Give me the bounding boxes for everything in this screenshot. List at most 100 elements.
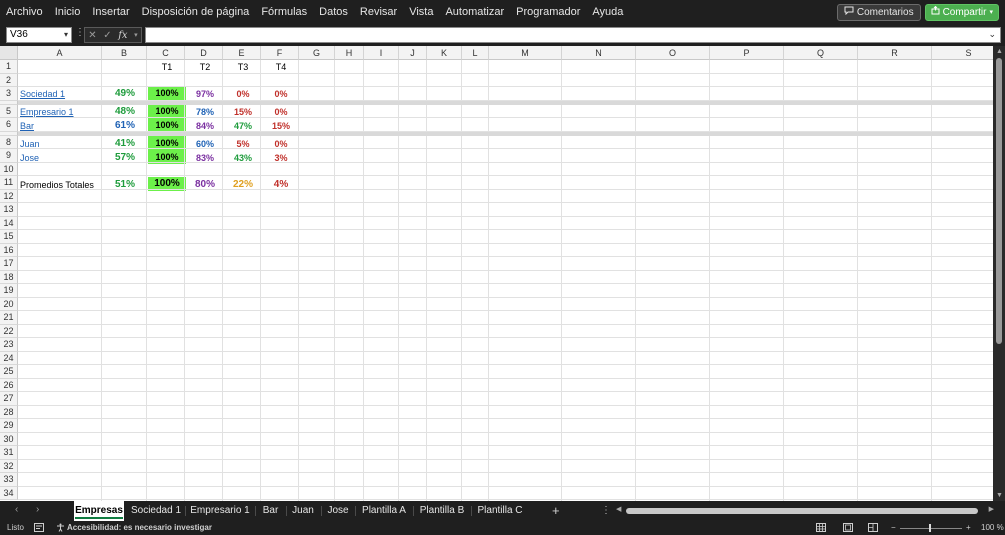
cell-e1[interactable]: T3	[224, 62, 262, 72]
menu-formulas[interactable]: Fórmulas	[255, 0, 313, 24]
sheet-tab-empresario-1[interactable]: Empresario 1	[187, 501, 253, 521]
row-header-29[interactable]: 29	[0, 419, 18, 433]
cell-e5[interactable]: 15%	[224, 107, 262, 117]
chevron-right-icon[interactable]: ›	[36, 504, 39, 515]
row-header-11[interactable]: 11	[0, 176, 18, 190]
column-header-f[interactable]: F	[261, 46, 299, 60]
horizontal-scrollbar[interactable]: ◀ ▶	[616, 506, 994, 516]
column-header-r[interactable]: R	[858, 46, 932, 60]
column-header-e[interactable]: E	[223, 46, 261, 60]
column-header-s[interactable]: S	[932, 46, 993, 60]
column-header-n[interactable]: N	[562, 46, 636, 60]
column-header-d[interactable]: D	[185, 46, 223, 60]
row-header-30[interactable]: 30	[0, 432, 18, 446]
row-header-5[interactable]: 5	[0, 104, 18, 118]
column-header-c[interactable]: C	[147, 46, 185, 60]
scroll-down-icon[interactable]: ▼	[996, 492, 1003, 499]
row-header-22[interactable]: 22	[0, 324, 18, 338]
menu-vista[interactable]: Vista	[403, 0, 439, 24]
column-header-j[interactable]: J	[399, 46, 427, 60]
sheet-tab-plantilla-c[interactable]: Plantilla C	[473, 501, 527, 521]
zoom-out-button[interactable]: −	[891, 521, 896, 535]
comments-button[interactable]: Comentarios	[836, 3, 921, 21]
column-header-q[interactable]: Q	[784, 46, 858, 60]
column-header-l[interactable]: L	[462, 46, 489, 60]
cell-f3[interactable]: 0%	[262, 89, 300, 99]
select-all-corner[interactable]	[0, 46, 18, 60]
insert-function-button[interactable]: fx	[118, 30, 127, 41]
cell-d6[interactable]: 84%	[186, 121, 224, 131]
cell-d3[interactable]: 97%	[186, 89, 224, 99]
worksheet-grid[interactable]: T1 T2 T3 T4 Sociedad 1 49% 100% 97% 0% 0…	[0, 46, 993, 501]
menu-datos[interactable]: Datos	[313, 0, 354, 24]
cell-b5[interactable]: 48%	[103, 106, 147, 117]
cell-a3-link[interactable]: Sociedad 1	[20, 89, 65, 99]
row-header-20[interactable]: 20	[0, 297, 18, 311]
cell-a6-link[interactable]: Bar	[20, 121, 34, 131]
chevron-left-icon[interactable]: ‹	[15, 504, 18, 515]
share-button[interactable]: Compartir ▾	[924, 3, 999, 21]
sheet-tab-empresas[interactable]: Empresas	[74, 501, 124, 521]
row-header-2[interactable]: 2	[0, 73, 18, 87]
scroll-right-icon[interactable]: ▶	[989, 505, 994, 513]
row-header-13[interactable]: 13	[0, 203, 18, 217]
row-header-3[interactable]: 3	[0, 87, 18, 101]
cell-f5[interactable]: 0%	[262, 107, 300, 117]
cell-e3[interactable]: 0%	[224, 89, 262, 99]
row-header-15[interactable]: 15	[0, 230, 18, 244]
tabs-more-icon[interactable]: ⋮	[601, 501, 611, 521]
cell-b6[interactable]: 61%	[103, 120, 147, 131]
menu-archivo[interactable]: Archivo	[0, 0, 49, 24]
chevron-down-icon[interactable]: ▾	[134, 31, 138, 39]
zoom-level[interactable]: 100 %	[981, 521, 1004, 535]
add-sheet-button[interactable]: +	[552, 501, 560, 521]
chevron-down-icon[interactable]: ▾	[64, 28, 68, 42]
cell-e6[interactable]: 47%	[224, 121, 262, 131]
menu-disposicion[interactable]: Disposición de página	[136, 0, 256, 24]
row-header-8[interactable]: 8	[0, 135, 18, 149]
row-header-1[interactable]: 1	[0, 60, 18, 74]
row-header-28[interactable]: 28	[0, 405, 18, 419]
row-header-16[interactable]: 16	[0, 243, 18, 257]
row-header-33[interactable]: 33	[0, 473, 18, 487]
column-header-h[interactable]: H	[335, 46, 364, 60]
vertical-scroll-thumb[interactable]	[996, 58, 1002, 344]
horizontal-scroll-thumb[interactable]	[626, 508, 978, 514]
accessibility-status[interactable]: Accesibilidad: es necesario investigar	[67, 521, 212, 535]
row-header-17[interactable]: 17	[0, 257, 18, 271]
cell-c5[interactable]: 100%	[148, 104, 186, 118]
vertical-scrollbar[interactable]: ▲ ▼	[993, 46, 1005, 501]
close-icon[interactable]: ✕	[88, 30, 96, 41]
zoom-in-button[interactable]: +	[966, 521, 971, 535]
scroll-up-icon[interactable]: ▲	[996, 48, 1003, 55]
column-header-o[interactable]: O	[636, 46, 710, 60]
row-header-24[interactable]: 24	[0, 351, 18, 365]
column-header-m[interactable]: M	[489, 46, 562, 60]
column-header-a[interactable]: A	[18, 46, 102, 60]
menu-ayuda[interactable]: Ayuda	[586, 0, 629, 24]
cell-b3[interactable]: 49%	[103, 88, 147, 99]
menu-revisar[interactable]: Revisar	[354, 0, 403, 24]
cell-c1[interactable]: T1	[148, 62, 186, 72]
menu-inicio[interactable]: Inicio	[49, 0, 87, 24]
column-header-b[interactable]: B	[102, 46, 147, 60]
row-header-25[interactable]: 25	[0, 365, 18, 379]
row-header-14[interactable]: 14	[0, 216, 18, 230]
accessibility-icon[interactable]	[56, 521, 65, 535]
normal-view-icon[interactable]	[816, 521, 826, 535]
sheet-tab-juan[interactable]: Juan	[288, 501, 318, 521]
sheet-tab-jose[interactable]: Jose	[323, 501, 353, 521]
zoom-slider[interactable]	[900, 528, 962, 529]
column-header-k[interactable]: K	[427, 46, 462, 60]
cell-d1[interactable]: T2	[186, 62, 224, 72]
column-header-i[interactable]: I	[364, 46, 399, 60]
row-header-32[interactable]: 32	[0, 459, 18, 473]
cell-c3[interactable]: 100%	[148, 86, 186, 100]
row-header-31[interactable]: 31	[0, 446, 18, 460]
row-header-34[interactable]: 34	[0, 486, 18, 500]
scroll-left-icon[interactable]: ◀	[616, 505, 621, 513]
sheet-tab-plantilla-b[interactable]: Plantilla B	[415, 501, 469, 521]
menu-programador[interactable]: Programador	[510, 0, 586, 24]
sheet-tab-plantilla-a[interactable]: Plantilla A	[357, 501, 411, 521]
sheet-tab-sociedad-1[interactable]: Sociedad 1	[128, 501, 184, 521]
